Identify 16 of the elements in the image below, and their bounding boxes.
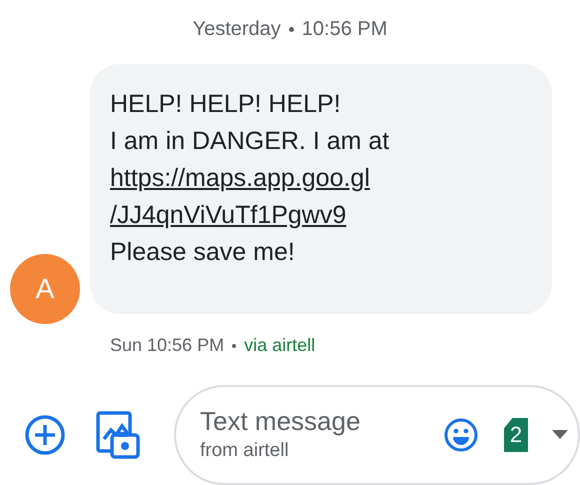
field-subtitle: from airtell [200, 438, 290, 463]
sim-card-icon[interactable]: 2 [504, 418, 528, 452]
message-text: I am in DANGER. I am at [110, 126, 390, 157]
dropdown-caret-icon[interactable] [552, 430, 568, 440]
sim-label: via airtell [244, 334, 316, 357]
message-text: Please save me! [110, 237, 295, 268]
gallery-camera-icon[interactable] [96, 411, 140, 459]
message-field[interactable]: Text message from airtell 2 [174, 385, 580, 485]
emoji-icon[interactable] [444, 418, 478, 452]
time-label: 10:56 PM [302, 17, 388, 42]
map-link[interactable]: /JJ4qnViVuTf1Pgwv9 [110, 197, 346, 234]
map-link[interactable]: https://maps.app.goo.gl [110, 160, 370, 197]
date-label: Yesterday [192, 17, 281, 42]
message-time: Sun 10:56 PM [110, 334, 224, 357]
add-icon[interactable] [24, 414, 66, 456]
message-text: HELP! HELP! HELP! [110, 89, 341, 120]
